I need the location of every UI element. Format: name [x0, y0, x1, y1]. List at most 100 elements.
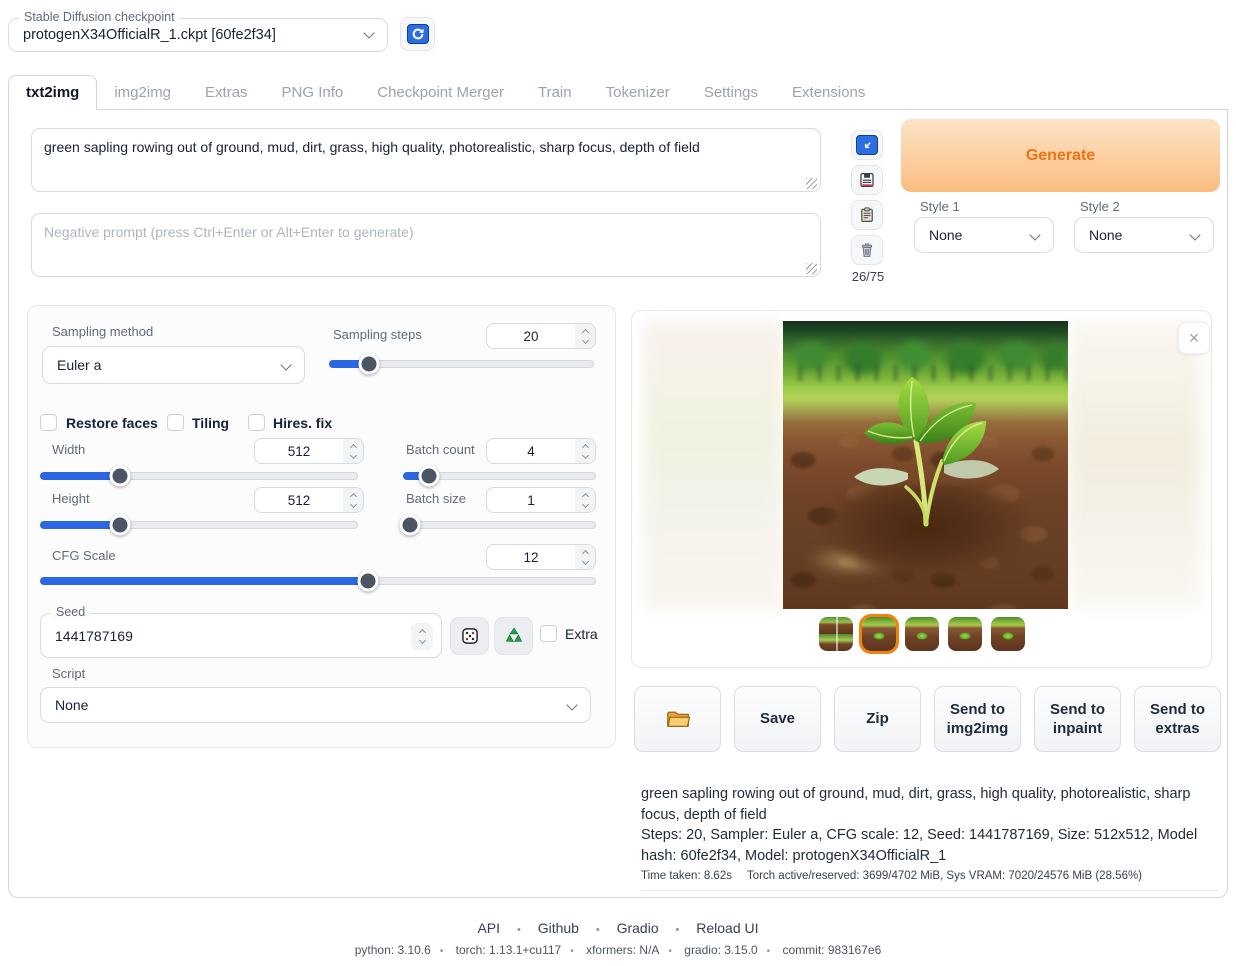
- tab-tokenizer[interactable]: Tokenizer: [589, 76, 687, 109]
- send-to-extras-button[interactable]: Send to extras: [1134, 686, 1221, 752]
- hires-fix-checkbox[interactable]: [248, 414, 265, 431]
- slider-handle[interactable]: [399, 515, 420, 536]
- send-to-inpaint-button[interactable]: Send to inpaint: [1034, 686, 1121, 752]
- slider-handle[interactable]: [357, 571, 378, 592]
- style2-label: Style 2: [1080, 199, 1120, 214]
- batch-count-slider[interactable]: [403, 466, 596, 486]
- negative-prompt-input[interactable]: [31, 213, 821, 277]
- stepper[interactable]: [575, 324, 595, 348]
- seed-input[interactable]: Seed 1441787169: [40, 613, 442, 658]
- height-slider[interactable]: [40, 515, 358, 535]
- cfg-scale-input[interactable]: 12: [486, 544, 596, 570]
- slider-handle[interactable]: [418, 466, 439, 487]
- prompt-input[interactable]: green sapling rowing out of ground, mud,…: [31, 128, 821, 192]
- tiling-checkbox[interactable]: [167, 414, 184, 431]
- save-style-button[interactable]: [851, 165, 883, 195]
- parameters-panel: Sampling method Euler a Sampling steps 2…: [27, 305, 616, 748]
- style2-dropdown[interactable]: None: [1074, 217, 1214, 253]
- checkpoint-value: protogenX34OfficialR_1.ckpt [60fe2f34]: [23, 27, 276, 43]
- tab-txt2img[interactable]: txt2img: [8, 75, 97, 110]
- gallery-thumbnail-selected[interactable]: [862, 617, 896, 651]
- cfg-scale-label: CFG Scale: [52, 548, 116, 563]
- sampling-method-dropdown[interactable]: Euler a: [42, 346, 305, 384]
- width-input[interactable]: 512: [254, 438, 364, 464]
- footer-links: API • Github • Gradio • Reload UI: [0, 920, 1236, 936]
- open-folder-button[interactable]: [634, 686, 721, 752]
- refresh-checkpoint-button[interactable]: [400, 17, 435, 51]
- chevron-down-icon: [280, 359, 291, 370]
- tab-png-info[interactable]: PNG Info: [265, 76, 361, 109]
- width-label: Width: [52, 442, 85, 457]
- slider-handle[interactable]: [110, 515, 131, 536]
- sampling-steps-input[interactable]: 20: [486, 323, 596, 349]
- batch-count-input[interactable]: 4: [486, 438, 596, 464]
- style1-dropdown[interactable]: None: [914, 217, 1054, 253]
- recycle-icon: [504, 626, 524, 646]
- footer-link-github[interactable]: Github: [538, 920, 579, 936]
- txt2img-panel: green sapling rowing out of ground, mud,…: [8, 109, 1228, 898]
- stepper[interactable]: [343, 488, 363, 512]
- gallery-thumbnail[interactable]: [905, 617, 939, 651]
- cfg-scale-slider[interactable]: [40, 571, 596, 591]
- save-button[interactable]: Save: [734, 686, 821, 752]
- resize-grip[interactable]: [806, 263, 817, 274]
- tab-settings[interactable]: Settings: [687, 76, 775, 109]
- random-seed-button[interactable]: [450, 617, 489, 655]
- generation-info: green sapling rowing out of ground, mud,…: [641, 784, 1219, 891]
- tab-checkpoint-merger[interactable]: Checkpoint Merger: [360, 76, 521, 109]
- style1-label: Style 1: [920, 199, 960, 214]
- batch-size-input[interactable]: 1: [486, 487, 596, 513]
- apply-style-button[interactable]: [851, 200, 883, 230]
- height-input[interactable]: 512: [254, 487, 364, 513]
- stepper[interactable]: [575, 439, 595, 463]
- reuse-seed-button[interactable]: [494, 617, 533, 655]
- clear-prompt-button[interactable]: [851, 235, 883, 265]
- width-slider[interactable]: [40, 466, 358, 486]
- generated-image[interactable]: [783, 321, 1068, 609]
- height-label: Height: [52, 491, 90, 506]
- footer-link-reload-ui[interactable]: Reload UI: [696, 920, 758, 936]
- chevron-down-icon: [363, 27, 374, 38]
- close-icon: ×: [1189, 328, 1200, 349]
- chevron-down-icon: [1189, 229, 1200, 240]
- slider-handle[interactable]: [359, 354, 380, 375]
- sampling-steps-label: Sampling steps: [333, 327, 422, 342]
- tab-extras[interactable]: Extras: [188, 76, 265, 109]
- gallery-thumbnail[interactable]: [991, 617, 1025, 651]
- close-gallery-button[interactable]: ×: [1178, 322, 1210, 354]
- script-label: Script: [52, 666, 85, 681]
- sampling-steps-slider[interactable]: [329, 354, 594, 374]
- generate-button[interactable]: Generate: [901, 119, 1220, 192]
- footer-link-api[interactable]: API: [477, 920, 500, 936]
- tab-train[interactable]: Train: [521, 76, 589, 109]
- gallery-thumbnail[interactable]: [948, 617, 982, 651]
- floppy-disk-icon: [858, 171, 876, 189]
- checkpoint-dropdown[interactable]: Stable Diffusion checkpoint protogenX34O…: [8, 18, 388, 52]
- send-to-img2img-button[interactable]: Send to img2img: [934, 686, 1021, 752]
- stepper[interactable]: [411, 623, 433, 650]
- stepper[interactable]: [343, 439, 363, 463]
- batch-size-label: Batch size: [406, 491, 466, 506]
- paste-generation-params-button[interactable]: [851, 130, 883, 160]
- script-dropdown[interactable]: None: [40, 687, 591, 723]
- slider-handle[interactable]: [110, 466, 131, 487]
- tab-extensions[interactable]: Extensions: [775, 76, 882, 109]
- resize-grip[interactable]: [806, 178, 817, 189]
- chevron-down-icon: [566, 699, 577, 710]
- checkpoint-label: Stable Diffusion checkpoint: [19, 10, 180, 24]
- tab-img2img[interactable]: img2img: [97, 76, 188, 109]
- batch-size-slider[interactable]: [403, 515, 596, 535]
- restore-faces-checkbox[interactable]: [40, 414, 57, 431]
- zip-button[interactable]: Zip: [834, 686, 921, 752]
- geninfo-params: Steps: 20, Sampler: Euler a, CFG scale: …: [641, 825, 1219, 866]
- extra-seed-checkbox[interactable]: [540, 625, 557, 642]
- folder-icon: [666, 709, 690, 729]
- geninfo-prompt: green sapling rowing out of ground, mud,…: [641, 784, 1219, 825]
- batch-count-label: Batch count: [406, 442, 475, 457]
- footer-link-gradio[interactable]: Gradio: [617, 920, 659, 936]
- stable-diffusion-webui: Stable Diffusion checkpoint protogenX34O…: [0, 0, 1236, 966]
- stepper[interactable]: [575, 545, 595, 569]
- gallery-thumbnail-grid[interactable]: [819, 617, 853, 651]
- stepper[interactable]: [575, 488, 595, 512]
- dice-icon: [460, 626, 480, 646]
